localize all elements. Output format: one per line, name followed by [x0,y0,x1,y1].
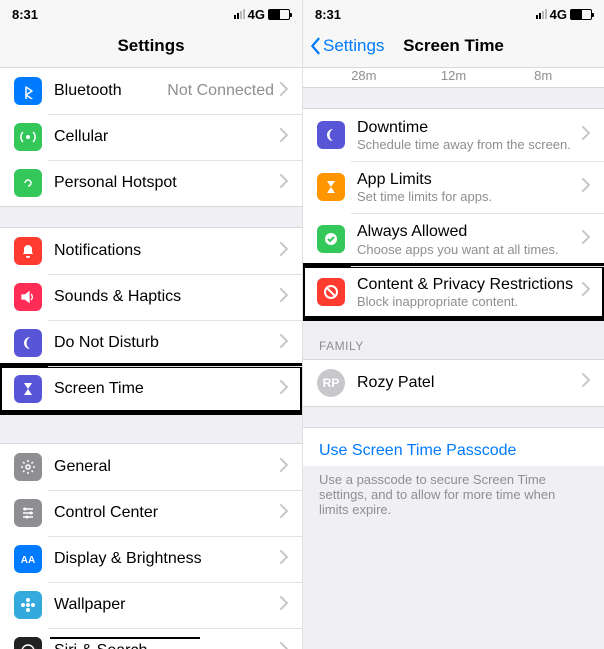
row-label: Bluetooth [54,82,167,100]
aa-icon: AA [14,545,42,573]
network-label: 4G [248,7,265,22]
row-label: General [54,458,280,476]
moon-icon [317,121,345,149]
settings-row[interactable]: App LimitsSet time limits for apps. [303,161,604,213]
link-icon [14,169,42,197]
usage-axis: 28m 12m 8m [303,68,604,88]
row-label: Always Allowed [357,222,582,241]
bluetooth-icon [14,77,42,105]
back-label: Settings [323,36,384,56]
settings-row[interactable]: Sounds & Haptics [0,274,302,320]
gear-icon [14,453,42,481]
chevron-right-icon [280,550,288,569]
signal-icon [234,9,245,19]
use-passcode-link[interactable]: Use Screen Time Passcode [303,427,604,466]
nope-icon [317,278,345,306]
chevron-right-icon [582,230,590,249]
passcode-footnote: Use a passcode to secure Screen Time set… [303,466,604,537]
page-title: Screen Time [403,36,504,56]
chevron-right-icon [280,380,288,399]
row-label: Display & Brightness [54,550,280,568]
settings-row[interactable]: Cellular [0,114,302,160]
svg-text:AA: AA [21,555,35,566]
row-value: Not Connected [167,82,274,100]
settings-row[interactable]: DowntimeSchedule time away from the scre… [303,109,604,161]
settings-row[interactable]: BluetoothNot Connected [0,68,302,114]
chevron-right-icon [280,242,288,261]
settings-row[interactable]: Personal Hotspot [0,160,302,206]
row-label: Siri & Search [54,642,280,649]
chevron-right-icon [280,504,288,523]
antenna-icon [14,123,42,151]
chevron-right-icon [582,178,590,197]
row-label: Personal Hotspot [54,174,280,192]
chevron-right-icon [280,288,288,307]
settings-row[interactable]: Notifications [0,228,302,274]
avatar: RP [317,369,345,397]
navbar: Settings Screen Time [303,24,604,68]
chevron-right-icon [582,373,590,392]
row-subtitle: Set time limits for apps. [357,189,582,204]
family-member-row[interactable]: RP Rozy Patel [303,360,604,406]
row-label: Sounds & Haptics [54,288,280,306]
network-label: 4G [550,7,567,22]
row-label: Control Center [54,504,280,522]
settings-screen: 8:31 4G Settings BluetoothNot Connected C… [0,0,302,649]
row-label: Downtime [357,118,582,137]
moon-icon [14,329,42,357]
battery-icon [570,9,592,20]
settings-row[interactable]: General [0,444,302,490]
status-time: 8:31 [12,7,38,22]
chevron-right-icon [280,82,288,101]
settings-row[interactable]: Wallpaper [0,582,302,628]
signal-icon [536,9,547,19]
settings-row[interactable]: Do Not Disturb [0,320,302,366]
section-header-family: FAMILY [303,319,604,359]
status-time: 8:31 [315,7,341,22]
settings-row[interactable]: Content & Privacy RestrictionsBlock inap… [303,266,604,318]
settings-row[interactable]: AA Display & Brightness [0,536,302,582]
row-subtitle: Schedule time away from the screen. [357,137,582,152]
chevron-right-icon [280,596,288,615]
chevron-right-icon [582,282,590,301]
bell-icon [14,237,42,265]
row-subtitle: Block inappropriate content. [357,294,582,309]
settings-row[interactable]: Always AllowedChoose apps you want at al… [303,213,604,265]
row-label: App Limits [357,170,582,189]
settings-row[interactable]: Screen Time [0,366,302,412]
flower-icon [14,591,42,619]
status-bar: 8:31 4G [0,0,302,24]
annotation-strike [50,637,200,639]
row-label: Do Not Disturb [54,334,280,352]
speaker-icon [14,283,42,311]
settings-row[interactable]: Control Center [0,490,302,536]
check-icon [317,225,345,253]
row-label: Cellular [54,128,280,146]
battery-icon [268,9,290,20]
navbar: Settings [0,24,302,68]
chevron-right-icon [280,128,288,147]
chevron-left-icon [309,37,321,55]
row-label: Screen Time [54,380,280,398]
page-title: Settings [117,36,184,56]
chevron-right-icon [280,642,288,649]
chevron-right-icon [280,458,288,477]
row-label: Wallpaper [54,596,280,614]
back-button[interactable]: Settings [309,36,384,56]
row-subtitle: Choose apps you want at all times. [357,242,582,257]
chevron-right-icon [280,174,288,193]
row-label: Notifications [54,242,280,260]
hourglass-icon [14,375,42,403]
screentime-screen: 8:31 4G Settings Screen Time 28m 12m 8m … [302,0,604,649]
hourglass-icon [317,173,345,201]
chevron-right-icon [582,126,590,145]
row-label: Content & Privacy Restrictions [357,275,582,294]
row-label: Rozy Patel [357,374,582,392]
sliders-icon [14,499,42,527]
siri-icon [14,637,42,649]
status-bar: 8:31 4G [303,0,604,24]
chevron-right-icon [280,334,288,353]
